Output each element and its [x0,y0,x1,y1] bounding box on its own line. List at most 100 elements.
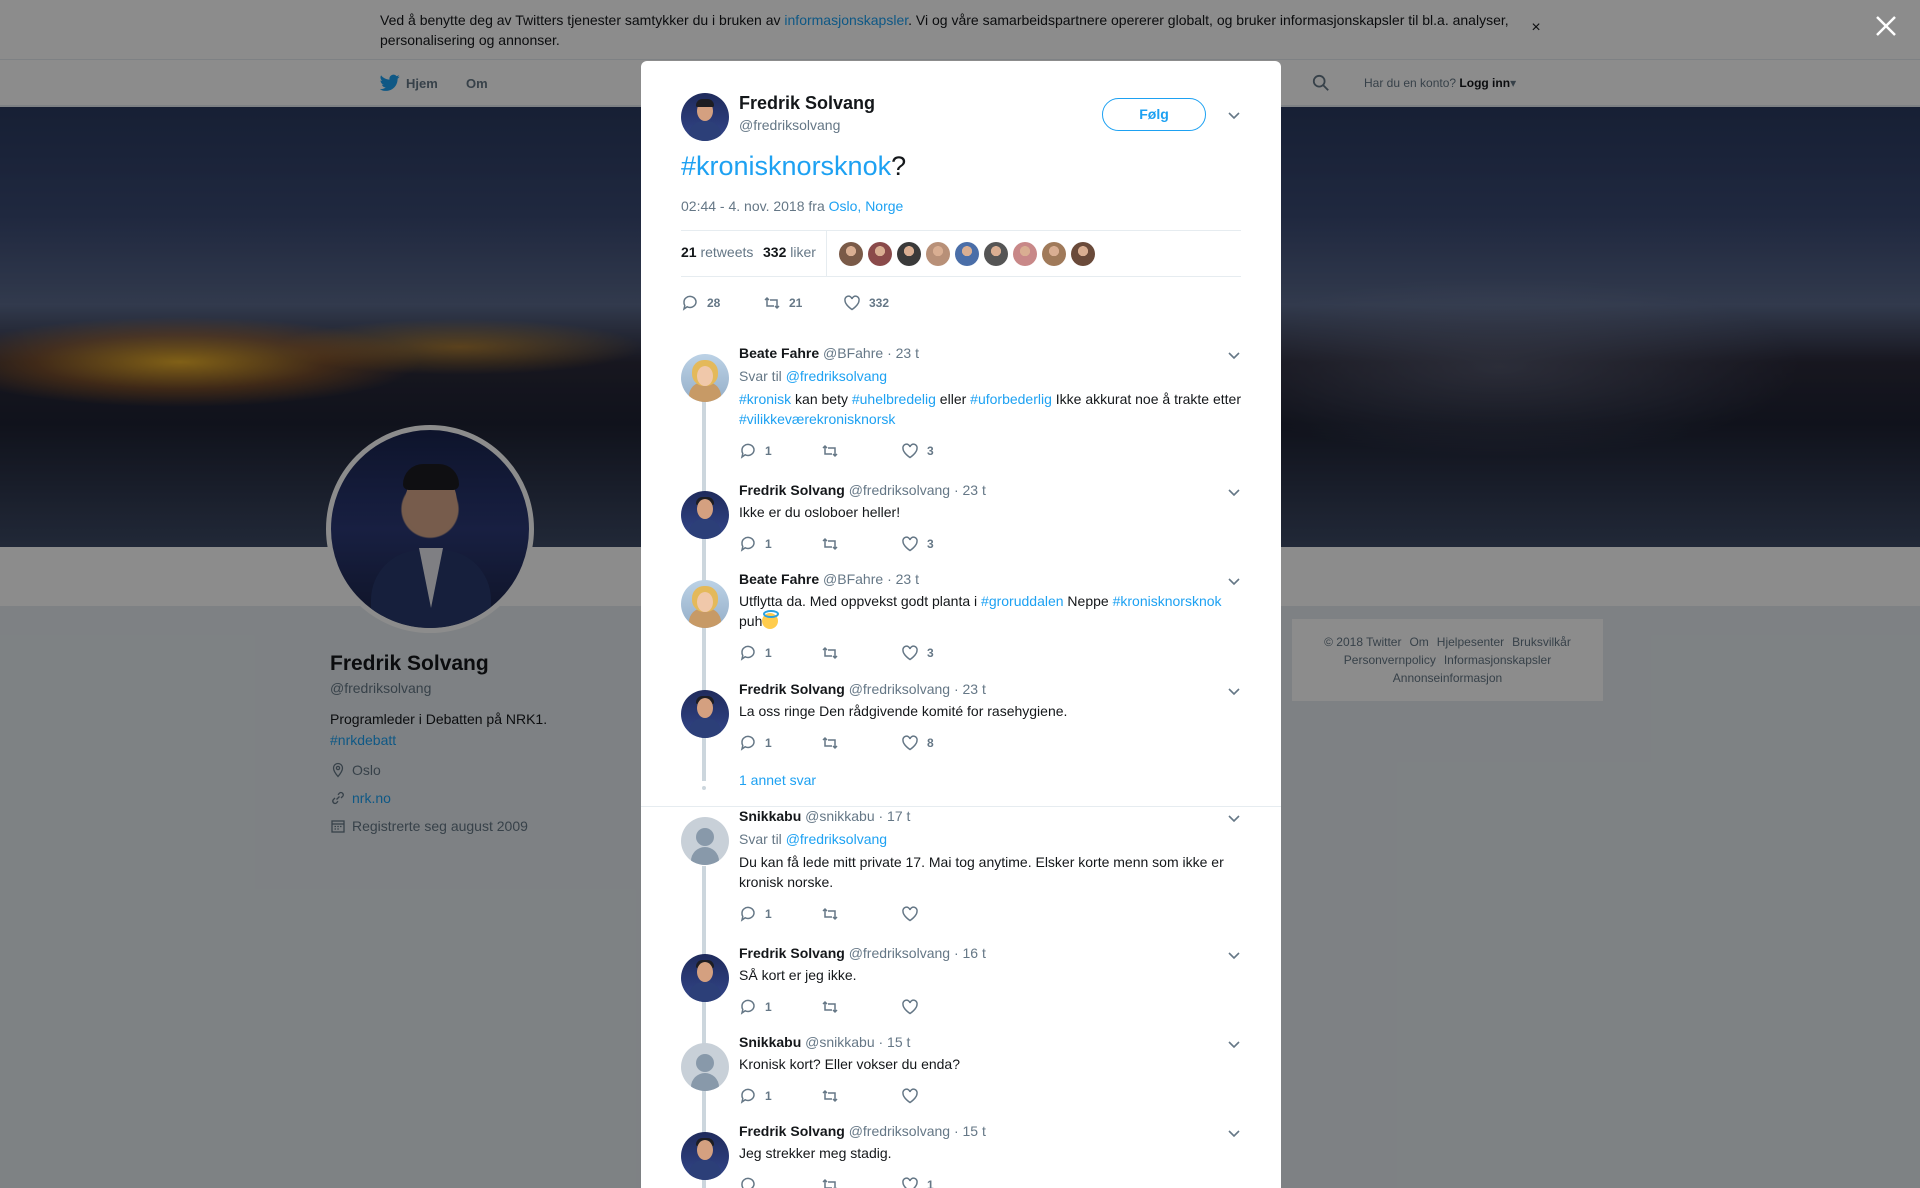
chevron-down-icon[interactable] [1227,1126,1241,1140]
like-button[interactable] [901,905,927,923]
like-stat[interactable]: 332 liker [763,244,816,260]
reply-hashtag[interactable]: #uhelbredelig [852,391,936,407]
chevron-down-icon[interactable] [1227,574,1241,588]
retweet-button[interactable] [821,644,901,662]
liker-avatar[interactable] [868,242,892,266]
reply-button[interactable] [739,1176,821,1188]
like-button[interactable]: 1 [901,1176,934,1188]
reply-author-handle[interactable]: @fredriksolvang [849,681,950,697]
close-modal-icon[interactable] [1872,12,1900,40]
reply-time[interactable]: · 15 t [879,1034,911,1050]
reply-button[interactable]: 1 [739,734,821,752]
like-button[interactable]: 332 [843,294,889,312]
reply-to-link[interactable]: @fredriksolvang [786,368,887,384]
reply-actions: 1 [739,1087,927,1105]
reply-author-handle[interactable]: @snikkabu [805,1034,874,1050]
like-button[interactable]: 3 [901,442,934,460]
reply-author-handle[interactable]: @BFahre [823,571,883,587]
reply-avatar[interactable] [681,690,729,738]
tweet-hashtag[interactable]: #kronisknorsknok [681,151,891,181]
reply-hashtag[interactable]: #groruddalen [981,593,1064,609]
reply-time[interactable]: · 23 t [887,345,919,361]
reply-actions: 13 [739,644,934,662]
liker-avatar[interactable] [955,242,979,266]
retweet-button[interactable] [821,998,901,1016]
reply-avatar[interactable] [681,1043,729,1091]
retweet-button[interactable] [821,442,901,460]
retweet-stat[interactable]: 21 retweets [681,244,753,260]
reply-avatar[interactable] [681,817,729,865]
liker-avatar[interactable] [1071,242,1095,266]
liker-avatar[interactable] [1042,242,1066,266]
reply-author-name[interactable]: Fredrik Solvang [739,945,845,961]
reply-hashtag[interactable]: #kronisknorsknok [1113,593,1222,609]
reply-text: Jeg strekker meg stadig. [739,1145,892,1161]
reply-avatar[interactable] [681,354,729,402]
like-button[interactable] [901,1087,927,1105]
like-button[interactable]: 3 [901,535,934,553]
tweet-author-avatar[interactable] [681,93,729,141]
reply-author-handle[interactable]: @fredriksolvang [849,945,950,961]
like-button[interactable]: 3 [901,644,934,662]
reply-author-name[interactable]: Fredrik Solvang [739,1123,845,1139]
chevron-down-icon[interactable] [1227,811,1241,825]
chevron-down-icon[interactable] [1227,948,1241,962]
reply-button[interactable]: 1 [739,905,821,923]
reply-avatar[interactable] [681,580,729,628]
reply-time[interactable]: · 23 t [954,681,986,697]
like-button[interactable] [901,998,927,1016]
retweet-button[interactable] [821,905,901,923]
tweet-author-name[interactable]: Fredrik Solvang [739,93,875,114]
reply-hashtag[interactable]: #uforbederlig [970,391,1052,407]
more-replies-link[interactable]: 1 annet svar [739,772,816,788]
liker-avatar[interactable] [897,242,921,266]
reply-avatar[interactable] [681,491,729,539]
reply-author-name[interactable]: Snikkabu [739,808,801,824]
reply-author-name[interactable]: Fredrik Solvang [739,482,845,498]
heart-icon [902,645,918,661]
reply-time[interactable]: · 16 t [954,945,986,961]
reply-hashtag[interactable]: #vilikkeværekronisknorsk [739,411,895,427]
reply-button[interactable]: 1 [739,535,821,553]
reply-button[interactable]: 28 [681,294,763,312]
tweet-author-handle[interactable]: @fredriksolvang [739,117,840,133]
reply-author-handle[interactable]: @BFahre [823,345,883,361]
reply-hashtag[interactable]: #kronisk [739,391,791,407]
reply-button[interactable]: 1 [739,1087,821,1105]
retweet-button[interactable] [821,1087,901,1105]
retweet-button[interactable] [821,535,901,553]
reply-author-name[interactable]: Beate Fahre [739,345,819,361]
reply-avatar[interactable] [681,1132,729,1180]
reply-time[interactable]: · 23 t [954,482,986,498]
chevron-down-icon[interactable] [1227,485,1241,499]
reply-author-name[interactable]: Beate Fahre [739,571,819,587]
retweet-button[interactable]: 21 [763,294,843,312]
reply-to-link[interactable]: @fredriksolvang [786,831,887,847]
reply-author-name[interactable]: Fredrik Solvang [739,681,845,697]
reply-time[interactable]: · 23 t [887,571,919,587]
reply-time[interactable]: · 17 t [879,808,911,824]
like-button[interactable]: 8 [901,734,934,752]
reply-author-name[interactable]: Snikkabu [739,1034,801,1050]
tweet-location-link[interactable]: Oslo, Norge [829,198,904,214]
reply-button[interactable]: 1 [739,442,821,460]
chevron-down-icon[interactable] [1227,108,1241,122]
retweet-button[interactable] [821,734,901,752]
liker-avatar[interactable] [839,242,863,266]
reply-avatar[interactable] [681,954,729,1002]
reply-button[interactable]: 1 [739,644,821,662]
reply-time[interactable]: · 15 t [954,1123,986,1139]
reply-author-handle[interactable]: @fredriksolvang [849,1123,950,1139]
liker-avatar[interactable] [984,242,1008,266]
liker-avatar[interactable] [926,242,950,266]
reply-author-handle[interactable]: @snikkabu [805,808,874,824]
reply-button[interactable]: 1 [739,998,821,1016]
chevron-down-icon[interactable] [1227,1037,1241,1051]
chevron-down-icon[interactable] [1227,684,1241,698]
retweet-button[interactable] [821,1176,901,1188]
liker-avatar[interactable] [1013,242,1037,266]
follow-button[interactable]: Følg [1102,98,1206,131]
retweet-stat-label: retweets [700,244,754,260]
chevron-down-icon[interactable] [1227,348,1241,362]
reply-author-handle[interactable]: @fredriksolvang [849,482,950,498]
